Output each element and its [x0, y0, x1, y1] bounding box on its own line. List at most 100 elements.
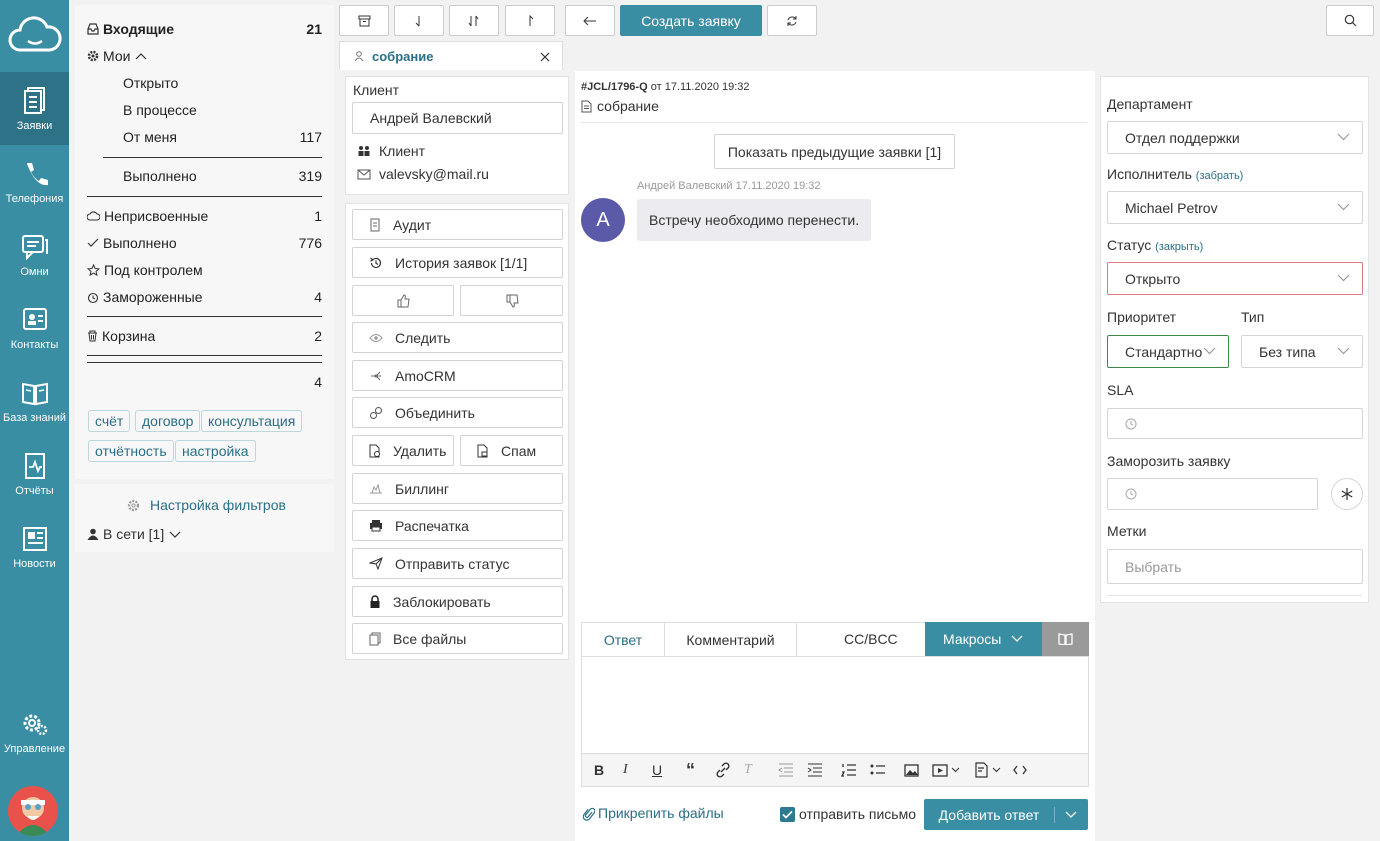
nav-tickets[interactable]: Заявки: [0, 72, 69, 145]
tag-chip[interactable]: счёт: [88, 410, 131, 432]
show-previous-tickets-button[interactable]: Показать предыдущие заявки [1]: [714, 134, 955, 169]
folder-extra[interactable]: 4: [87, 370, 322, 394]
video-icon[interactable]: [932, 763, 948, 777]
template-icon[interactable]: [974, 762, 989, 778]
cloud-logo-icon[interactable]: [0, 0, 69, 72]
folder-from-me[interactable]: От меня 117: [123, 125, 322, 149]
tag-chip[interactable]: настройка: [175, 440, 256, 462]
nav-reports[interactable]: Отчёты: [0, 437, 69, 510]
tag-chip[interactable]: отчётность: [88, 440, 174, 462]
send-status-button[interactable]: Отправить статус: [352, 548, 563, 579]
folder-in-progress[interactable]: В процессе: [123, 98, 322, 122]
search-button[interactable]: [1326, 5, 1374, 36]
nav-management[interactable]: Управление: [0, 695, 69, 768]
book-icon: [1058, 633, 1073, 645]
refresh-button[interactable]: [767, 5, 817, 36]
merge-button[interactable]: Объединить: [352, 397, 563, 428]
knowledge-base-button[interactable]: [1042, 622, 1089, 656]
folder-mine[interactable]: Мои: [87, 44, 322, 68]
folder-trash[interactable]: Корзина 2: [87, 324, 322, 348]
cc-bcc-toggle[interactable]: CC/BCC: [844, 631, 898, 647]
indent-icon[interactable]: [807, 763, 823, 777]
history-button[interactable]: История заявок [1/1]: [352, 247, 563, 278]
underline-icon[interactable]: U: [652, 762, 686, 778]
sla-input[interactable]: [1107, 408, 1363, 439]
send-mail-checkbox[interactable]: отправить письмо: [780, 806, 916, 822]
spam-button[interactable]: Спам: [460, 435, 563, 466]
nav-omni[interactable]: Омни: [0, 218, 69, 291]
folder-done-mine[interactable]: Выполнено 319: [123, 164, 322, 188]
code-icon[interactable]: [1013, 765, 1027, 775]
assignee-select[interactable]: Michael Petrov: [1107, 191, 1363, 224]
client-name-button[interactable]: Андрей Валевский: [352, 102, 563, 134]
paperclip-icon: [583, 807, 595, 821]
message-meta: Андрей Валевский 17.11.2020 19:32: [637, 180, 821, 192]
folder-unassigned[interactable]: Неприсвоенные 1: [87, 204, 322, 228]
bullet-list-icon[interactable]: [870, 763, 886, 777]
client-email[interactable]: valevsky@mail.ru: [357, 166, 489, 182]
billing-button[interactable]: Биллинг: [352, 473, 563, 504]
add-reply-button[interactable]: Добавить ответ: [924, 799, 1088, 830]
tab-answer[interactable]: Ответ: [582, 623, 664, 656]
image-icon[interactable]: [904, 763, 919, 777]
checkbox-checked-icon[interactable]: [780, 806, 795, 822]
chevron-down-icon[interactable]: [1065, 811, 1077, 819]
freeze-button[interactable]: [1331, 478, 1363, 510]
quote-icon[interactable]: “: [686, 761, 715, 779]
priority-select[interactable]: Стандартно: [1107, 335, 1229, 368]
folder-done[interactable]: Выполнено 776: [87, 231, 322, 255]
online-users-toggle[interactable]: В сети [1]: [87, 526, 182, 542]
folder-frozen[interactable]: Замороженные 4: [87, 285, 322, 309]
client-section-label: Клиент: [353, 82, 400, 98]
all-files-button[interactable]: Все файлы: [352, 623, 563, 654]
mail-icon: [357, 169, 371, 179]
archive-button[interactable]: [339, 5, 389, 36]
sort-up-button[interactable]: [505, 5, 555, 36]
folder-open[interactable]: Открыто: [123, 71, 322, 95]
attach-files-link[interactable]: Прикрепить файлы: [583, 805, 724, 821]
user-avatar[interactable]: [8, 786, 58, 836]
status-select[interactable]: Открыто: [1107, 262, 1363, 295]
tag-chip[interactable]: договор: [135, 410, 201, 432]
take-link[interactable]: (забрать): [1196, 170, 1244, 182]
print-button[interactable]: Распечатка: [352, 510, 563, 541]
nav-knowledge-base[interactable]: База знаний: [0, 364, 69, 437]
client-role: Клиент: [357, 143, 425, 159]
like-button[interactable]: [352, 285, 454, 316]
sort-both-button[interactable]: [449, 5, 499, 36]
nav-telephony[interactable]: Телефония: [0, 145, 69, 218]
clear-format-icon[interactable]: T: [744, 762, 778, 778]
department-select[interactable]: Отдел поддержки: [1107, 121, 1363, 154]
nav-news[interactable]: Новости: [0, 510, 69, 583]
lock-icon: [370, 594, 380, 608]
numbered-list-icon[interactable]: [841, 763, 857, 777]
delete-button[interactable]: Удалить: [352, 435, 454, 466]
reply-textarea[interactable]: [581, 656, 1089, 754]
create-ticket-button[interactable]: Создать заявку: [620, 5, 762, 36]
folder-inbox[interactable]: Входящие 21: [87, 17, 322, 41]
italic-icon[interactable]: I: [623, 762, 652, 778]
nav-contacts[interactable]: Контакты: [0, 291, 69, 364]
follow-button[interactable]: Следить: [352, 322, 563, 353]
block-button[interactable]: Заблокировать: [352, 586, 563, 617]
audit-button[interactable]: Аудит: [352, 209, 563, 240]
close-link[interactable]: (закрыть): [1155, 241, 1203, 253]
tag-chip[interactable]: консультация: [201, 410, 303, 432]
dislike-button[interactable]: [460, 285, 563, 316]
user-icon: [354, 51, 364, 62]
amocrm-button[interactable]: AmoCRM: [352, 360, 563, 391]
sort-down-button[interactable]: [394, 5, 444, 36]
type-select[interactable]: Без типа: [1241, 335, 1363, 368]
bold-icon[interactable]: B: [594, 762, 623, 778]
ticket-tab[interactable]: собрание: [339, 41, 563, 70]
link-icon[interactable]: [715, 762, 731, 778]
tab-comment[interactable]: Комментарий: [664, 623, 797, 656]
snowflake-icon: [1341, 488, 1353, 500]
outdent-icon[interactable]: [778, 763, 794, 777]
freeze-input[interactable]: [1107, 478, 1318, 510]
tags-select[interactable]: Выбрать: [1107, 549, 1363, 584]
close-icon[interactable]: [540, 52, 550, 62]
filter-settings-link[interactable]: Настройка фильтров: [127, 497, 286, 513]
folder-watched[interactable]: Под контролем: [87, 258, 322, 282]
back-button[interactable]: [565, 5, 615, 36]
